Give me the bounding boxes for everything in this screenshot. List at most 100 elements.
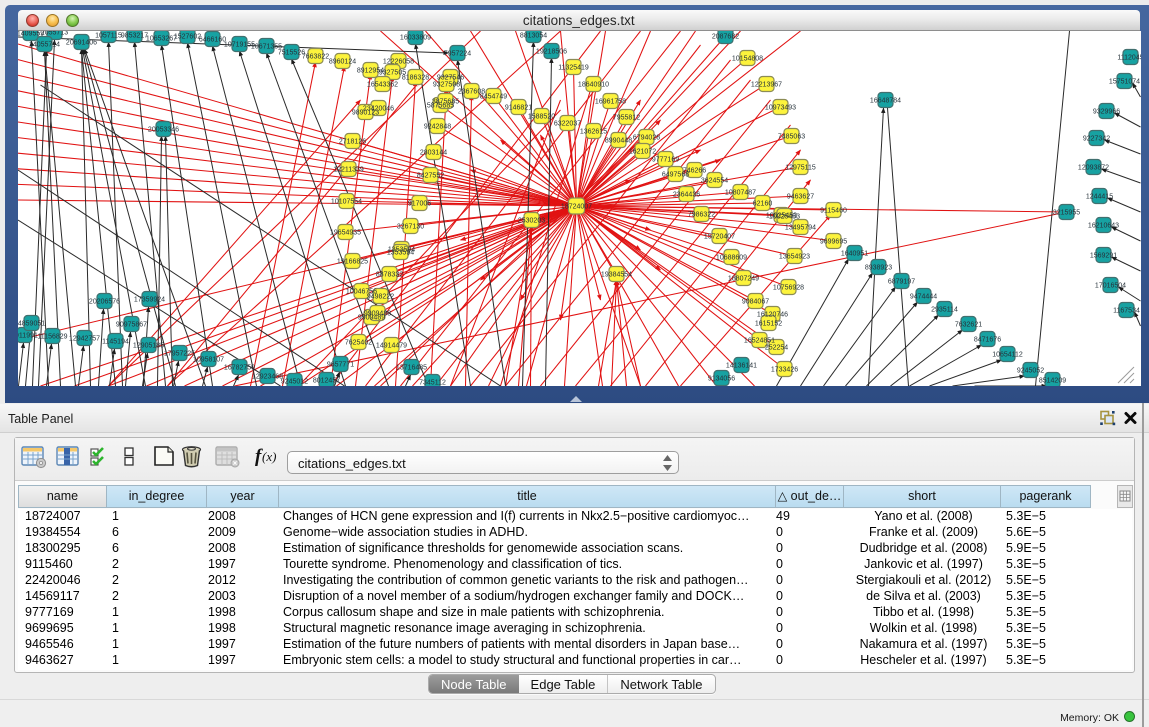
svg-text:14914479: 14914479 bbox=[375, 343, 406, 350]
svg-text:4859051: 4859051 bbox=[18, 321, 45, 328]
svg-text:1621072: 1621072 bbox=[628, 149, 655, 156]
svg-text:746266: 746266 bbox=[682, 168, 705, 175]
svg-text:15751074: 15751074 bbox=[1108, 79, 1139, 86]
svg-text:7986322: 7986322 bbox=[687, 212, 714, 219]
svg-text:2055713: 2055713 bbox=[40, 31, 67, 37]
svg-text:16543362: 16543362 bbox=[366, 82, 397, 89]
svg-text:19384554: 19384554 bbox=[600, 272, 631, 279]
svg-text:16033809: 16033809 bbox=[399, 35, 430, 42]
svg-text:9245012: 9245012 bbox=[280, 379, 307, 386]
svg-text:8938923: 8938923 bbox=[864, 265, 891, 272]
svg-text:8514209: 8514209 bbox=[1038, 378, 1065, 385]
svg-text:9242848: 9242848 bbox=[423, 124, 450, 131]
svg-text:2364436: 2364436 bbox=[672, 192, 699, 199]
svg-text:18807249: 18807249 bbox=[727, 276, 758, 283]
svg-text:7632621: 7632621 bbox=[954, 322, 981, 329]
svg-text:10756928: 10756928 bbox=[772, 285, 803, 292]
svg-text:90975867: 90975867 bbox=[115, 322, 146, 329]
svg-text:16961758: 16961758 bbox=[594, 99, 625, 106]
svg-text:7957224: 7957224 bbox=[443, 51, 470, 58]
svg-text:3624554: 3624554 bbox=[700, 178, 727, 185]
svg-text:16524851: 16524851 bbox=[743, 338, 774, 345]
svg-text:1733426: 1733426 bbox=[770, 367, 797, 374]
svg-text:10973493: 10973493 bbox=[764, 105, 795, 112]
svg-text:8454749: 8454749 bbox=[479, 94, 506, 101]
svg-text:1588520: 1588520 bbox=[527, 114, 554, 121]
svg-text:8960124: 8960124 bbox=[328, 59, 355, 66]
svg-text:9699695: 9699695 bbox=[819, 239, 846, 246]
svg-text:10025453: 10025453 bbox=[768, 214, 799, 221]
svg-text:6879197: 6879197 bbox=[887, 279, 914, 286]
svg-text:9146821: 9146821 bbox=[504, 105, 531, 112]
svg-text:917006: 917006 bbox=[407, 201, 430, 208]
svg-text:10653267: 10653267 bbox=[145, 36, 176, 43]
svg-text:12942757: 12942757 bbox=[68, 336, 99, 343]
svg-text:1244415: 1244415 bbox=[1085, 194, 1112, 201]
svg-text:9474444: 9474444 bbox=[909, 294, 936, 301]
svg-text:9909488: 9909488 bbox=[363, 311, 390, 318]
svg-text:2087682: 2087682 bbox=[711, 34, 738, 41]
svg-text:12226058: 12226058 bbox=[382, 59, 413, 66]
svg-text:1640951: 1640951 bbox=[840, 251, 867, 258]
svg-text:1527602: 1527602 bbox=[173, 34, 200, 41]
svg-text:9498222: 9498222 bbox=[366, 294, 393, 301]
svg-text:20691406: 20691406 bbox=[65, 40, 96, 47]
svg-text:10958107: 10958107 bbox=[192, 357, 223, 364]
svg-text:9245052: 9245052 bbox=[1016, 368, 1043, 375]
svg-text:9327546: 9327546 bbox=[436, 75, 463, 82]
svg-text:18724007: 18724007 bbox=[560, 204, 591, 211]
svg-text:8990448: 8990448 bbox=[604, 138, 631, 145]
svg-text:11325419: 11325419 bbox=[558, 65, 589, 72]
svg-text:1145194: 1145194 bbox=[102, 339, 129, 346]
svg-text:20206576: 20206576 bbox=[88, 299, 119, 306]
svg-text:16648784: 16648784 bbox=[869, 98, 900, 105]
svg-text:9327508: 9327508 bbox=[432, 82, 459, 89]
svg-text:1569291: 1569291 bbox=[1089, 253, 1116, 260]
svg-text:15720407: 15720407 bbox=[703, 234, 734, 241]
svg-text:13654923: 13654923 bbox=[778, 254, 809, 261]
svg-text:10154808: 10154808 bbox=[731, 56, 762, 63]
svg-text:9134056: 9134056 bbox=[707, 376, 734, 383]
svg-text:7345112: 7345112 bbox=[419, 380, 446, 387]
svg-text:1112045: 1112045 bbox=[1117, 55, 1141, 62]
svg-text:3911991: 3911991 bbox=[18, 333, 38, 340]
svg-text:16782759: 16782759 bbox=[223, 365, 254, 372]
svg-text:9463627: 9463627 bbox=[786, 194, 813, 201]
svg-text:10688609: 10688609 bbox=[715, 255, 746, 262]
svg-text:12923468: 12923468 bbox=[251, 374, 282, 381]
svg-text:19654935: 19654935 bbox=[329, 230, 360, 237]
svg-text:9115460: 9115460 bbox=[820, 208, 847, 215]
svg-text:13495794: 13495794 bbox=[784, 225, 815, 232]
svg-text:8471676: 8471676 bbox=[973, 337, 1000, 344]
svg-text:7485063: 7485063 bbox=[777, 134, 804, 141]
svg-text:8427552: 8427552 bbox=[416, 173, 443, 180]
svg-text:1615152: 1615152 bbox=[754, 321, 781, 328]
svg-text:19218506: 19218506 bbox=[535, 49, 566, 56]
svg-text:3267130: 3267130 bbox=[396, 224, 423, 231]
svg-text:8813054: 8813054 bbox=[519, 33, 546, 40]
svg-text:1353594: 1353594 bbox=[386, 250, 413, 257]
svg-text:9890123: 9890123 bbox=[351, 110, 378, 117]
svg-text:12975115: 12975115 bbox=[785, 165, 816, 172]
svg-text:(x): (x) bbox=[262, 449, 276, 464]
svg-text:62160: 62160 bbox=[752, 201, 772, 208]
svg-text:20053346: 20053346 bbox=[147, 127, 178, 134]
svg-text:16120746: 16120746 bbox=[756, 312, 787, 319]
svg-text:3875685: 3875685 bbox=[431, 99, 458, 106]
svg-text:13716485: 13716485 bbox=[395, 365, 426, 372]
svg-text:2530203: 2530203 bbox=[517, 218, 544, 225]
svg-text:6466160: 6466160 bbox=[198, 37, 225, 44]
svg-text:18640910: 18640910 bbox=[577, 82, 608, 89]
svg-text:14055714: 14055714 bbox=[28, 42, 59, 49]
svg-text:2935114: 2935114 bbox=[931, 307, 958, 314]
svg-text:7663822: 7663822 bbox=[301, 54, 328, 61]
svg-text:2718126: 2718126 bbox=[338, 139, 365, 146]
svg-text:6794028: 6794028 bbox=[632, 135, 659, 142]
svg-text:12905185: 12905185 bbox=[132, 343, 163, 350]
svg-text:252254: 252254 bbox=[764, 345, 787, 352]
svg-text:1362615: 1362615 bbox=[579, 129, 606, 136]
svg-text:9657771: 9657771 bbox=[326, 362, 353, 369]
svg-text:17359924: 17359924 bbox=[133, 297, 164, 304]
svg-text:17016504: 17016504 bbox=[1094, 283, 1125, 290]
svg-text:8186328: 8186328 bbox=[401, 75, 428, 82]
